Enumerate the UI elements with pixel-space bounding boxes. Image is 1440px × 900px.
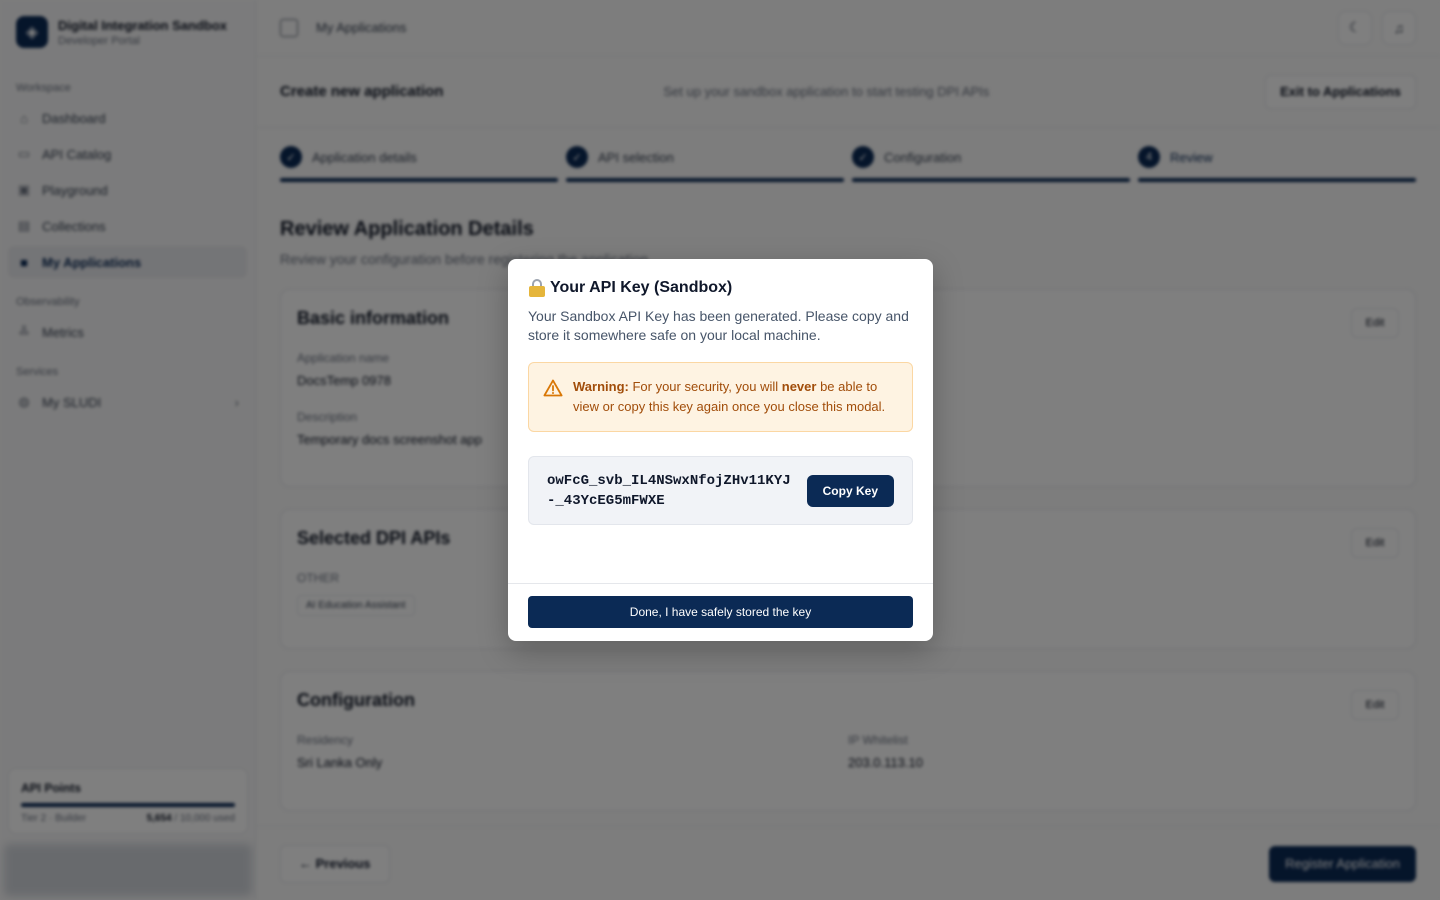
api-key-box: owFcG_svb_IL4NSwxNfojZHv11KYJ-_43YcEG5mF… — [528, 456, 913, 525]
warning-text-before: For your security, you will — [628, 379, 782, 394]
copy-key-button[interactable]: Copy Key — [806, 474, 894, 507]
done-stored-key-button[interactable]: Done, I have safely stored the key — [528, 596, 913, 628]
modal-title-text: Your API Key (Sandbox) — [550, 279, 733, 296]
modal-title: Your API Key (Sandbox) — [528, 279, 913, 297]
warning-emphasis: never — [781, 379, 817, 394]
modal-description: Your Sandbox API Key has been generated.… — [528, 308, 909, 343]
warning-label: Warning: — [573, 379, 629, 394]
warning-triangle-icon — [543, 379, 563, 397]
api-key-modal: Your API Key (Sandbox) Your Sandbox API … — [508, 259, 933, 641]
warning-alert: Warning: For your security, you will nev… — [528, 362, 913, 432]
api-key-value[interactable]: owFcG_svb_IL4NSwxNfojZHv11KYJ-_43YcEG5mF… — [547, 471, 795, 511]
lock-icon — [528, 279, 546, 297]
modal-footer: Done, I have safely stored the key — [508, 583, 933, 641]
